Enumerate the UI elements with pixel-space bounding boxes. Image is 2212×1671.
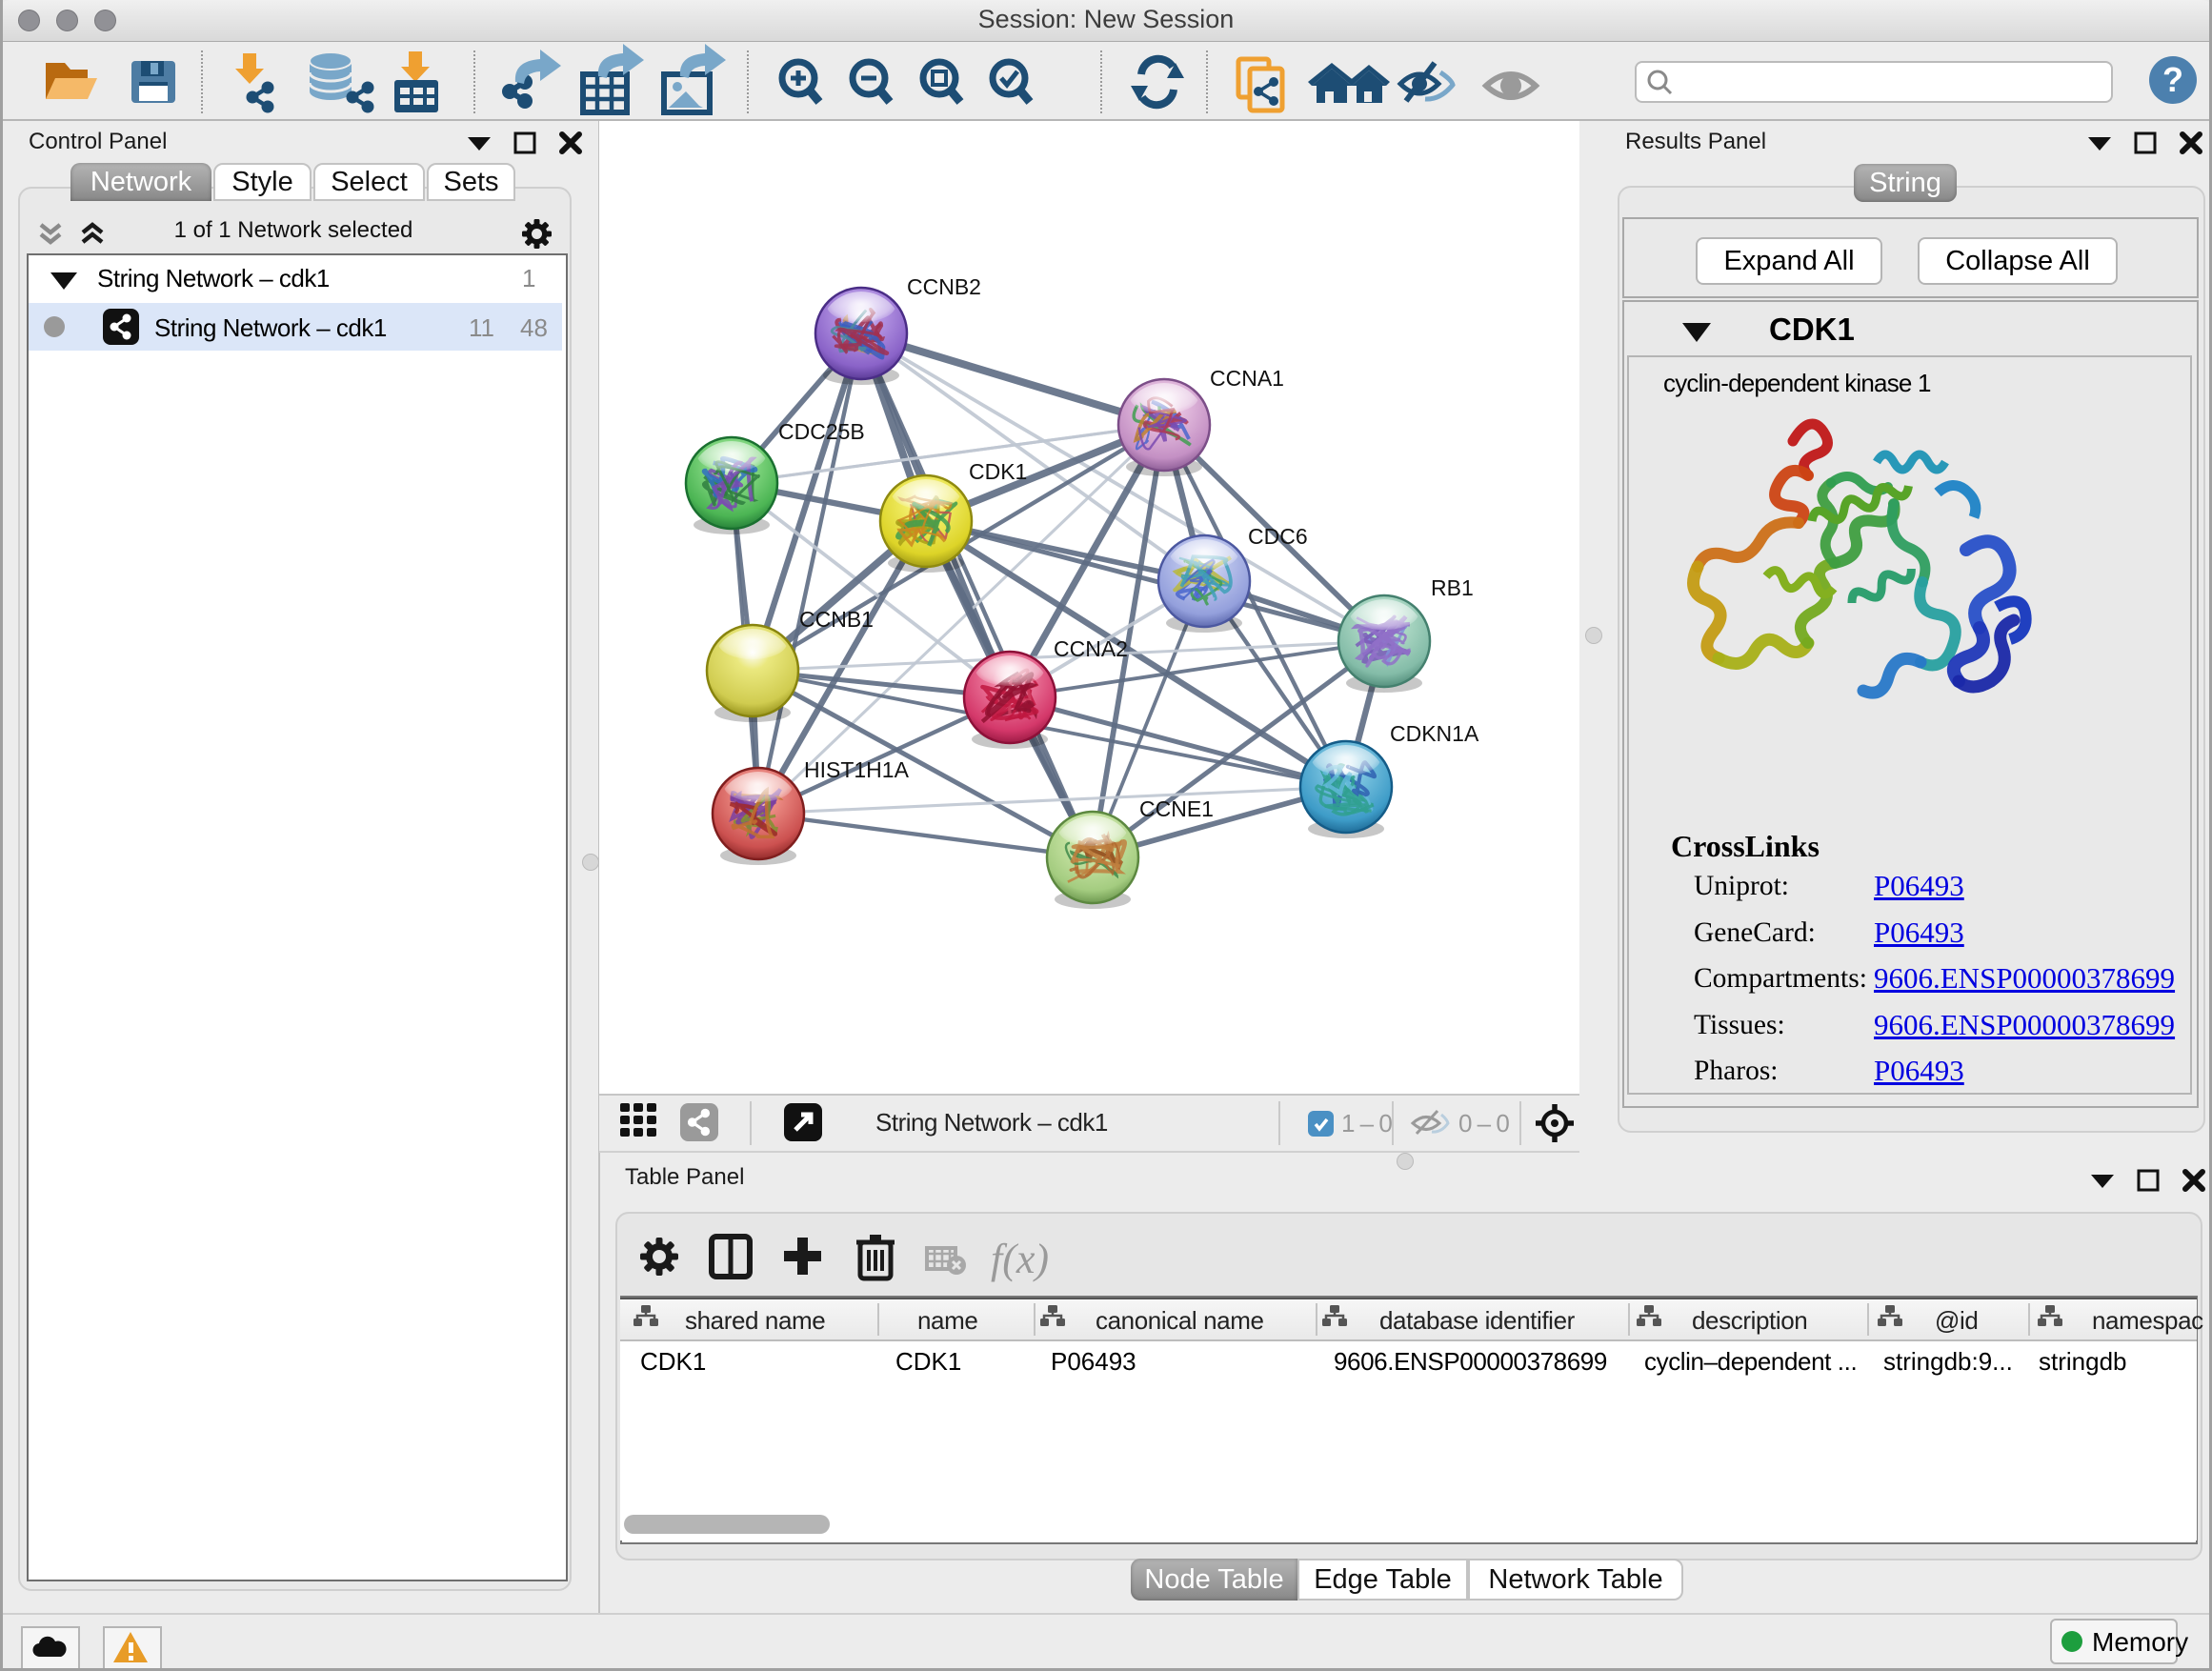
svg-text:CDC25B: CDC25B	[778, 419, 865, 444]
svg-text:CCNA1: CCNA1	[1210, 366, 1284, 391]
svg-text:f(x): f(x)	[991, 1236, 1049, 1282]
svg-text:RB1: RB1	[1431, 575, 1474, 600]
svg-text:CDK1: CDK1	[969, 459, 1027, 484]
svg-text:CDKN1A: CDKN1A	[1390, 721, 1479, 746]
svg-text:CDC6: CDC6	[1248, 524, 1308, 549]
svg-text:HIST1H1A: HIST1H1A	[804, 757, 910, 782]
svg-text:CCNA2: CCNA2	[1054, 636, 1128, 661]
svg-text:CCNB1: CCNB1	[799, 607, 874, 632]
svg-text:CCNE1: CCNE1	[1139, 796, 1214, 821]
svg-text:CCNB2: CCNB2	[907, 274, 981, 299]
